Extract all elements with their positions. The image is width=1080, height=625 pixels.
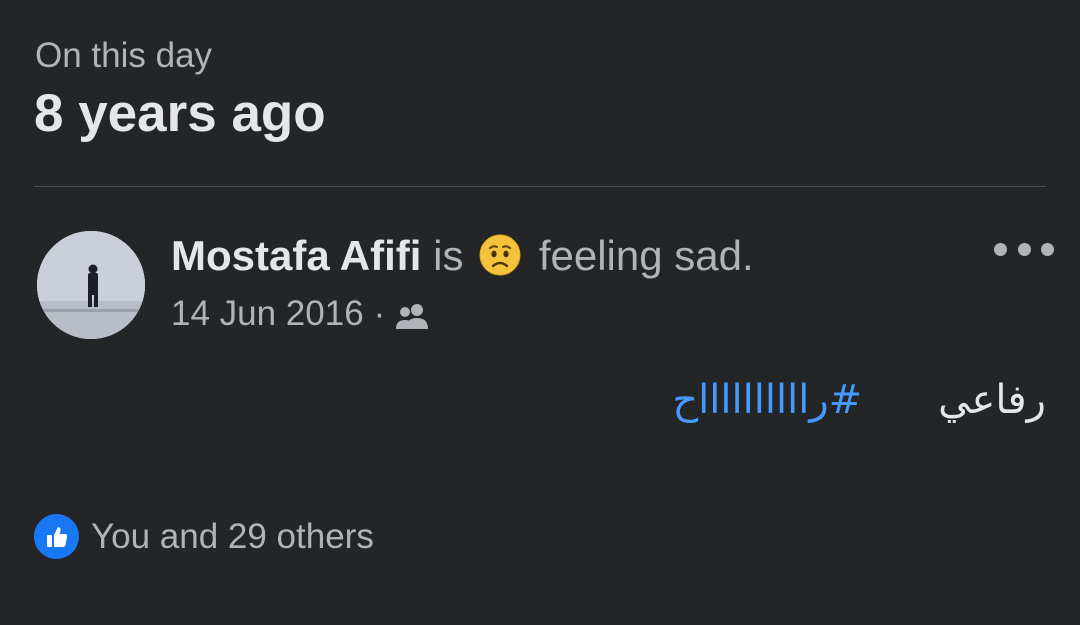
author-name[interactable]: Mostafa Afifi	[171, 232, 421, 279]
status-verb: is	[433, 232, 464, 279]
post-meta: 14 Jun 2016 ·	[171, 292, 431, 336]
feeling-text: feeling sad.	[538, 232, 754, 279]
post-header: Mostafa Afifi is feeling sad.	[171, 230, 754, 282]
memory-card: On this day 8 years ago Mostafa Afifi is	[0, 0, 1080, 625]
reactions-summary[interactable]: You and 29 others	[34, 514, 374, 559]
sad-face-emoji-icon	[479, 234, 521, 276]
avatar-photo	[37, 231, 145, 339]
post-date[interactable]: 14 Jun 2016	[171, 292, 364, 336]
avatar[interactable]	[37, 231, 145, 339]
post-body: رفاعي #رااااااااااح	[672, 372, 1046, 428]
reaction-count-text: You and 29 others	[91, 516, 374, 556]
hashtag-link[interactable]: #رااااااااااح	[672, 377, 862, 423]
meta-separator: ·	[373, 294, 386, 333]
more-options-icon[interactable]	[994, 236, 1054, 262]
divider	[34, 186, 1046, 187]
friends-icon[interactable]	[395, 299, 431, 329]
memory-eyebrow: On this day	[35, 36, 213, 75]
post-text: رفاعي	[938, 377, 1046, 423]
like-icon	[34, 514, 79, 559]
memory-title: 8 years ago	[34, 84, 326, 143]
